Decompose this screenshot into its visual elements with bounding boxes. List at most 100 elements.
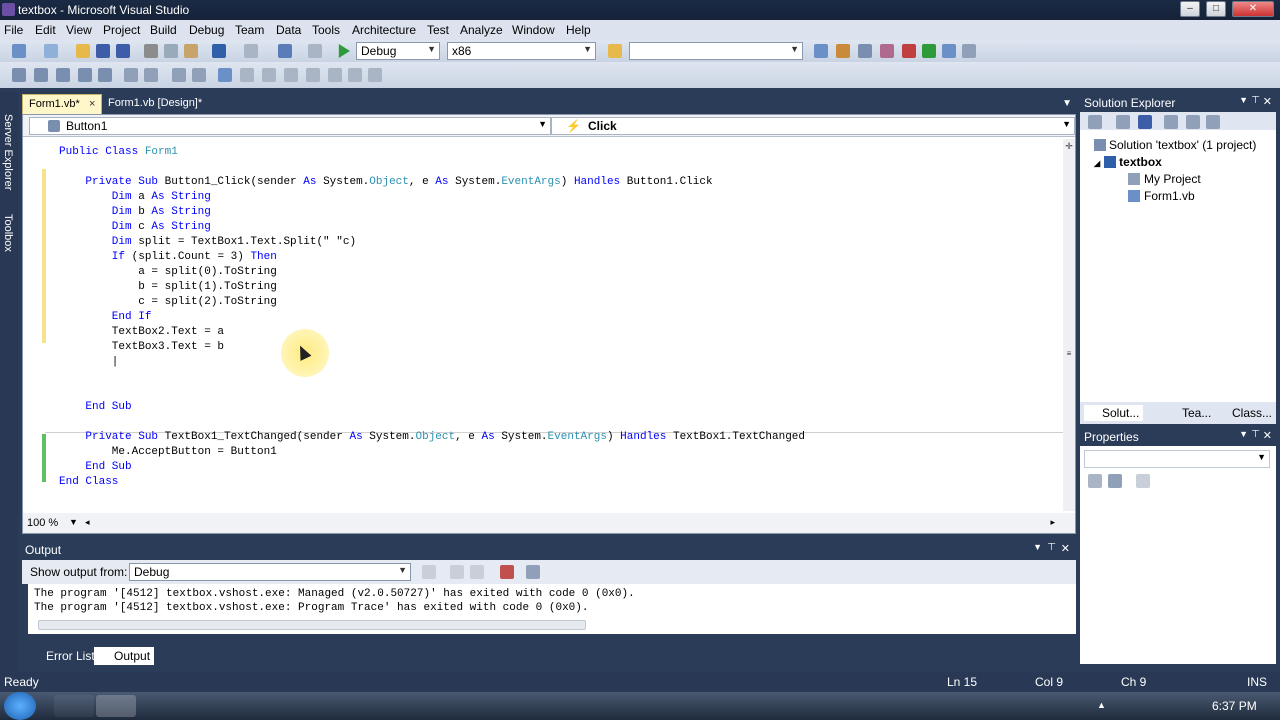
menu-view[interactable]: View bbox=[66, 23, 92, 37]
bookmark-next-folder-icon[interactable] bbox=[306, 68, 320, 82]
comment-out-icon[interactable] bbox=[172, 68, 186, 82]
horizontal-scrollbar[interactable] bbox=[38, 620, 586, 630]
tab-solution-explorer[interactable]: Solut... bbox=[1084, 405, 1144, 421]
redo-icon[interactable] bbox=[244, 44, 258, 58]
new-project-icon[interactable] bbox=[12, 44, 26, 58]
notepad-taskbar-icon[interactable] bbox=[358, 695, 398, 717]
increase-indent-icon[interactable] bbox=[144, 68, 158, 82]
properties-icon[interactable] bbox=[1088, 115, 1102, 129]
auto-hide-pin-icon[interactable]: ⊤ bbox=[1251, 429, 1260, 440]
bookmark-toggle-icon[interactable] bbox=[218, 68, 232, 82]
code-line[interactable]: | bbox=[59, 355, 119, 370]
tree-item-my-project[interactable]: My Project bbox=[1128, 172, 1201, 186]
clear-all-icon[interactable] bbox=[500, 565, 514, 579]
vertical-scrollbar[interactable]: ✛ ≡ bbox=[1063, 139, 1075, 511]
decrease-indent-icon[interactable] bbox=[124, 68, 138, 82]
close-panel-icon[interactable]: ✕ bbox=[1263, 429, 1272, 442]
solution-explorer-icon[interactable] bbox=[814, 44, 828, 58]
menu-tools[interactable]: Tools bbox=[312, 23, 340, 37]
show-hidden-icons-icon[interactable]: ▲ bbox=[1097, 700, 1106, 710]
refresh-icon[interactable] bbox=[1138, 115, 1152, 129]
menu-team[interactable]: Team bbox=[235, 23, 264, 37]
bookmark-next-document-icon[interactable] bbox=[348, 68, 362, 82]
next-message-icon[interactable] bbox=[470, 565, 484, 579]
menu-test[interactable]: Test bbox=[427, 23, 449, 37]
menu-edit[interactable]: Edit bbox=[35, 23, 56, 37]
bookmark-prev-folder-icon[interactable] bbox=[284, 68, 298, 82]
undo-icon[interactable] bbox=[212, 44, 226, 58]
scroll-right-icon[interactable]: ▸ bbox=[1050, 517, 1055, 528]
chrome-taskbar-icon[interactable] bbox=[226, 695, 266, 717]
show-all-files-icon[interactable] bbox=[1116, 115, 1130, 129]
maximize-button[interactable]: □ bbox=[1206, 1, 1226, 17]
save-icon[interactable] bbox=[96, 44, 110, 58]
start-debugging-icon[interactable] bbox=[338, 44, 350, 58]
find-message-icon[interactable] bbox=[422, 565, 436, 579]
close-panel-icon[interactable]: ✕ bbox=[1263, 95, 1272, 108]
zoom-dropdown-icon[interactable]: ▼ bbox=[69, 517, 78, 527]
cut-icon[interactable] bbox=[144, 44, 158, 58]
split-window-icon[interactable]: ✛ bbox=[1064, 141, 1074, 153]
green-app-taskbar-icon[interactable] bbox=[314, 695, 354, 717]
auto-hide-pin-icon[interactable]: ⊤ bbox=[1047, 542, 1056, 553]
code-line[interactable]: End Sub bbox=[59, 460, 131, 475]
output-source-dropdown[interactable]: Debug ▼ bbox=[129, 563, 411, 581]
code-line[interactable]: If (split.Count = 3) Then bbox=[59, 250, 277, 265]
toolbox-tab[interactable]: Toolbox bbox=[2, 214, 14, 252]
tab-list-dropdown-icon[interactable]: ▼ bbox=[1062, 98, 1072, 109]
code-line[interactable]: c = split(2).ToString bbox=[59, 295, 277, 310]
code-line[interactable]: Dim split = TextBox1.Text.Split(" "c) bbox=[59, 235, 356, 250]
solution-tree[interactable]: Solution 'textbox' (1 project) ◢ textbox … bbox=[1080, 130, 1276, 402]
command-window-icon[interactable] bbox=[942, 44, 956, 58]
window-position-icon[interactable]: ▼ bbox=[1239, 429, 1248, 439]
property-pages-icon[interactable] bbox=[1136, 474, 1150, 488]
object-browser-icon[interactable] bbox=[858, 44, 872, 58]
method-name-dropdown[interactable]: ⚡ Click ▼ bbox=[551, 117, 1075, 135]
explorer-taskbar-icon[interactable] bbox=[54, 695, 94, 717]
code-line[interactable]: b = split(1).ToString bbox=[59, 280, 277, 295]
output-text[interactable]: The program '[4512] textbox.vshost.exe: … bbox=[28, 584, 1076, 634]
view-class-diagram-icon[interactable] bbox=[1206, 115, 1220, 129]
scroll-thumb[interactable]: ≡ bbox=[1064, 349, 1074, 358]
code-line[interactable]: Dim b As String bbox=[59, 205, 211, 220]
tab-team-explorer[interactable]: Tea... bbox=[1164, 406, 1211, 420]
tree-item-project[interactable]: ◢ textbox bbox=[1094, 155, 1162, 169]
code-line[interactable]: End If bbox=[59, 310, 152, 325]
code-line[interactable]: TextBox2.Text = a bbox=[59, 325, 224, 340]
extension-manager-icon[interactable] bbox=[902, 44, 916, 58]
server-explorer-tab[interactable]: Server Explorer bbox=[2, 114, 14, 190]
window-position-icon[interactable]: ▼ bbox=[1033, 542, 1042, 552]
tree-item-solution[interactable]: Solution 'textbox' (1 project) bbox=[1094, 138, 1256, 152]
close-tab-icon[interactable]: × bbox=[89, 98, 95, 110]
class-name-dropdown[interactable]: Button1 ▼ bbox=[29, 117, 551, 135]
minimize-button[interactable]: – bbox=[1180, 1, 1200, 17]
menu-analyze[interactable]: Analyze bbox=[460, 23, 503, 37]
tab-error-list[interactable]: Error List bbox=[26, 647, 99, 665]
menu-file[interactable]: File bbox=[4, 23, 23, 37]
navigate-forward-icon[interactable] bbox=[308, 44, 322, 58]
menu-help[interactable]: Help bbox=[566, 23, 591, 37]
uncomment-icon[interactable] bbox=[192, 68, 206, 82]
collapse-arrow-icon[interactable]: ◢ bbox=[1094, 159, 1100, 168]
start-page-icon[interactable] bbox=[922, 44, 936, 58]
open-file-icon[interactable] bbox=[76, 44, 90, 58]
previous-message-icon[interactable] bbox=[450, 565, 464, 579]
menu-project[interactable]: Project bbox=[103, 23, 140, 37]
code-editor[interactable]: Button1 ▼ ⚡ Click ▼ Public Class Form1 Pri… bbox=[22, 114, 1076, 534]
solution-configuration-dropdown[interactable]: Debug ▼ bbox=[356, 42, 440, 60]
save-all-icon[interactable] bbox=[116, 44, 130, 58]
solution-platform-dropdown[interactable]: x86 ▼ bbox=[447, 42, 596, 60]
code-line[interactable]: TextBox3.Text = b bbox=[59, 340, 224, 355]
copy-icon[interactable] bbox=[164, 44, 178, 58]
tree-item-form1[interactable]: Form1.vb bbox=[1128, 189, 1195, 203]
code-line[interactable]: Me.AcceptButton = Button1 bbox=[59, 445, 277, 460]
more-options-icon[interactable] bbox=[962, 44, 976, 58]
toolbox-icon[interactable] bbox=[880, 44, 894, 58]
code-line[interactable]: Private Sub Button1_Click(sender As Syst… bbox=[59, 175, 712, 190]
display-word-completion-icon[interactable] bbox=[78, 68, 92, 82]
tab-form1-vb[interactable]: Form1.vb* × bbox=[22, 94, 102, 114]
navigate-backward-icon[interactable] bbox=[278, 44, 292, 58]
menu-architecture[interactable]: Architecture bbox=[352, 23, 416, 37]
menu-window[interactable]: Window bbox=[512, 23, 555, 37]
app-taskbar-icon[interactable] bbox=[184, 695, 224, 717]
